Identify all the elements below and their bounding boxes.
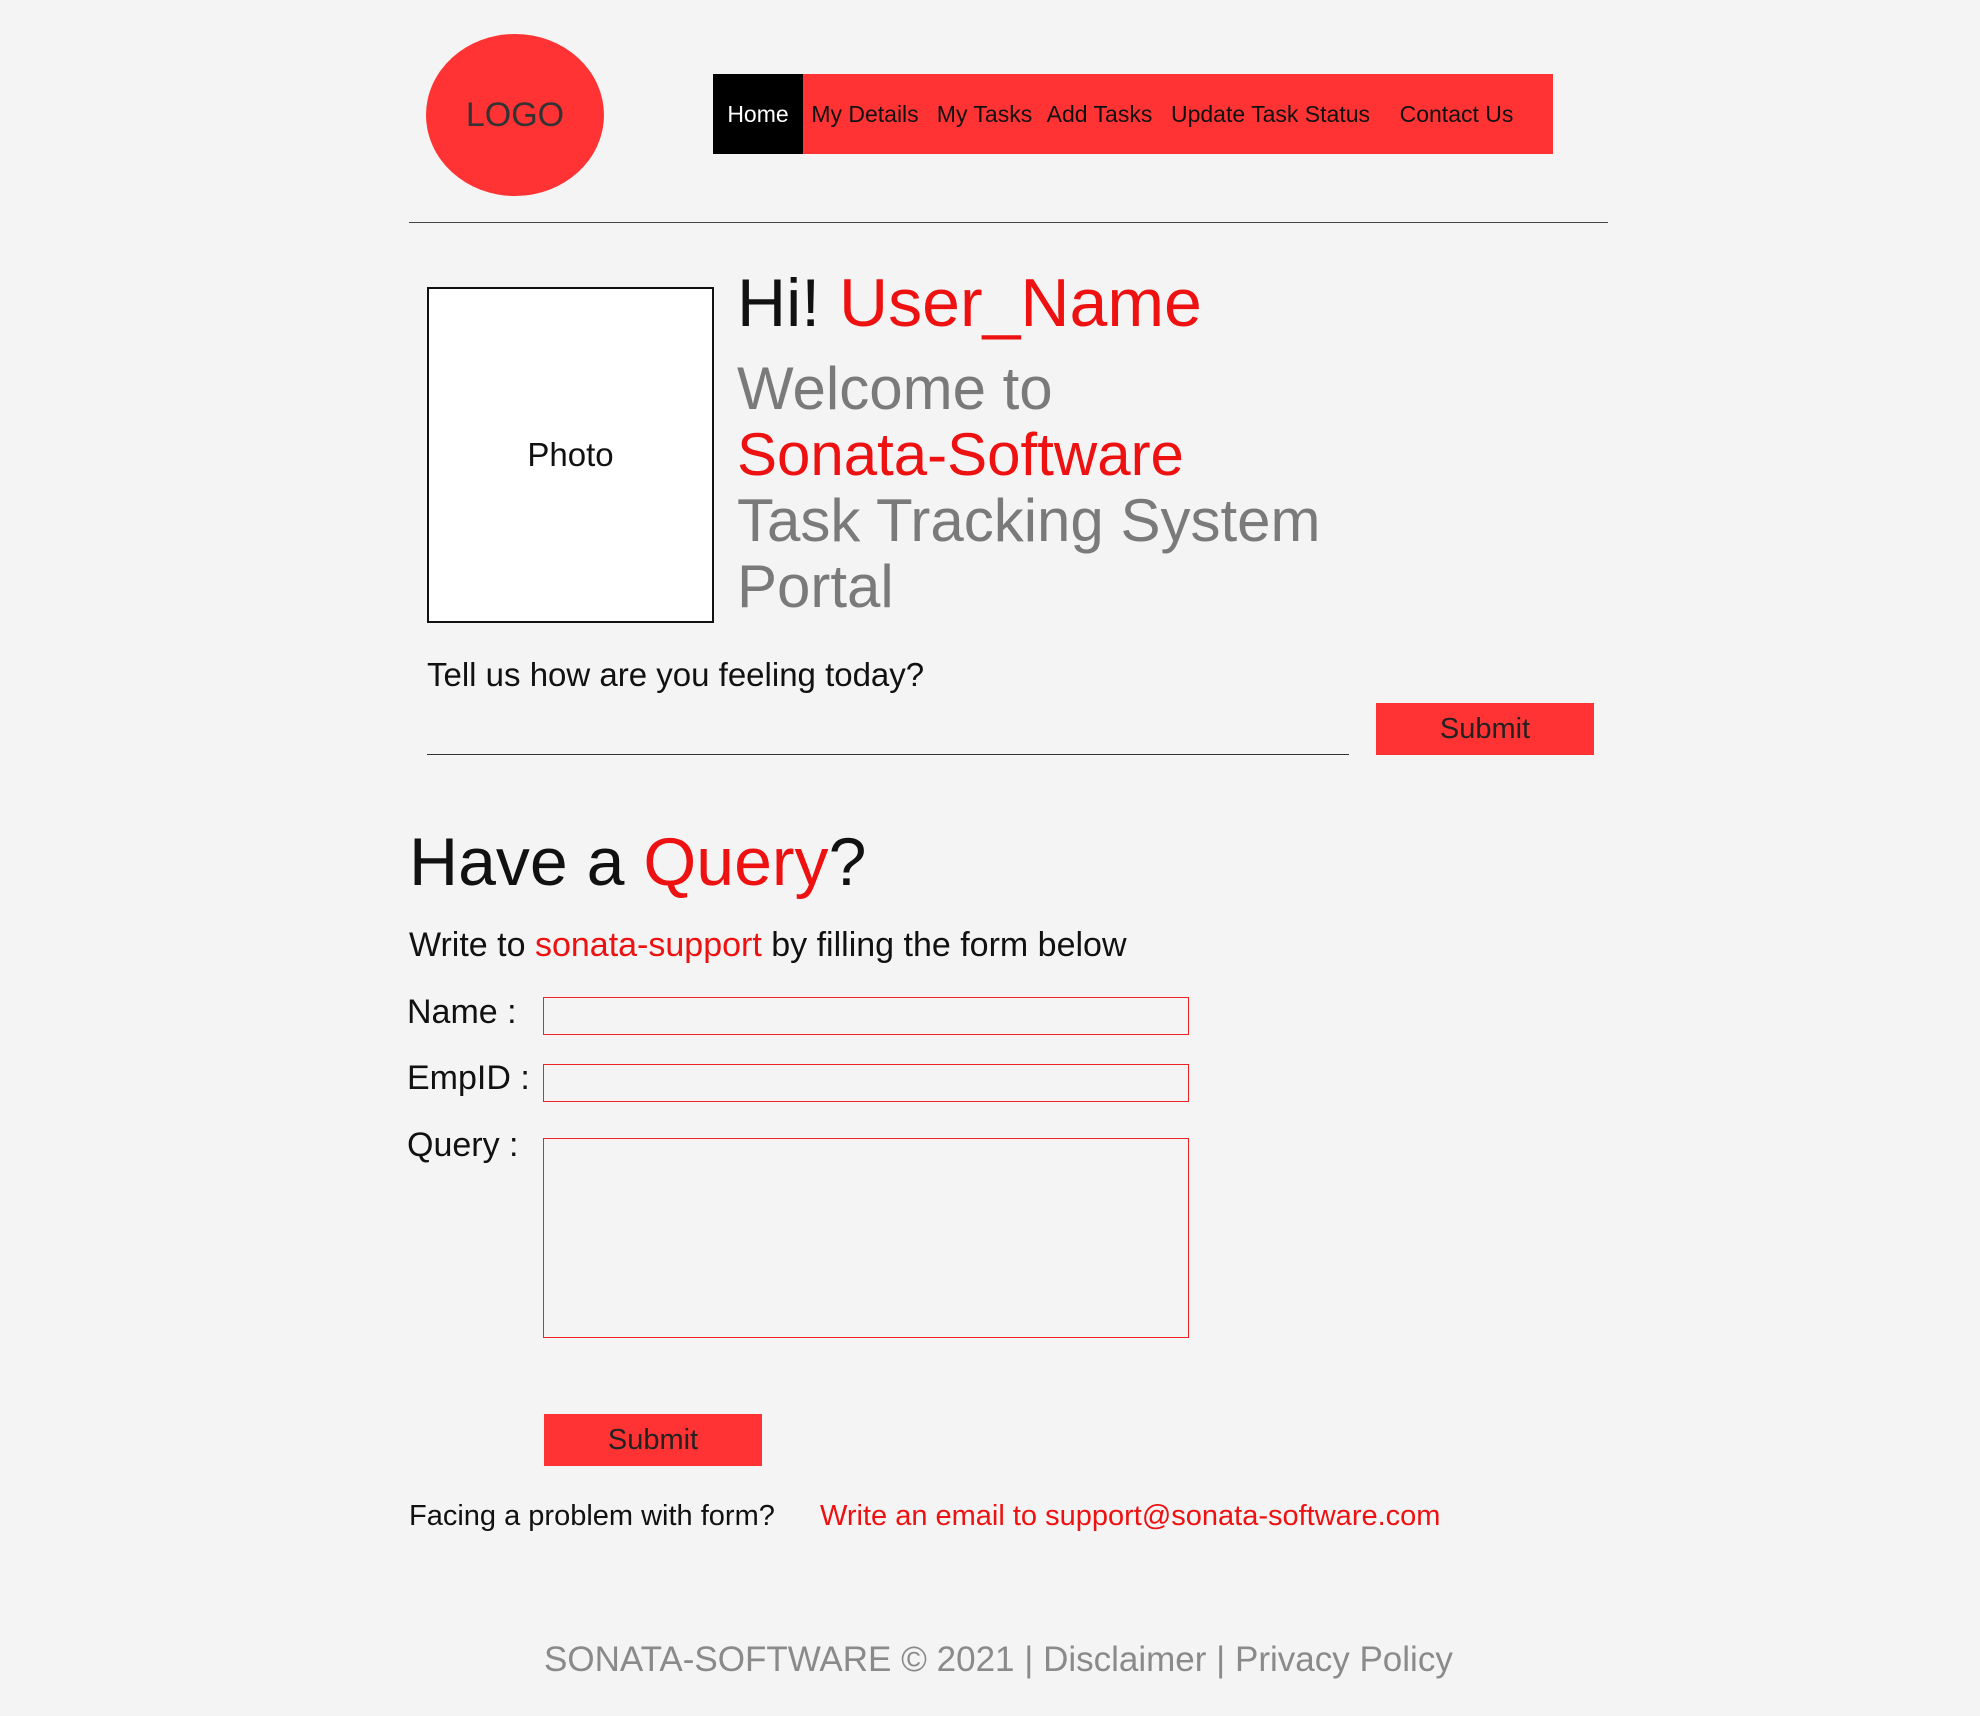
user-name: User_Name — [839, 265, 1202, 341]
footer: SONATA-SOFTWARE © 2021 | Disclaimer | Pr… — [544, 1640, 1453, 1680]
support-email-link[interactable]: Write an email to support@sonata-softwar… — [820, 1500, 1440, 1533]
feeling-submit-button[interactable]: Submit — [1376, 703, 1594, 755]
logo-text: LOGO — [465, 95, 565, 134]
header-divider — [409, 222, 1608, 223]
photo-label: Photo — [527, 436, 614, 473]
support-link[interactable]: sonata-support — [535, 926, 762, 964]
welcome-line-1: Welcome to — [737, 355, 1053, 422]
logo[interactable]: LOGO — [426, 34, 604, 196]
query-subtitle-prefix: Write to — [409, 926, 526, 964]
footer-copyright: SONATA-SOFTWARE © 2021 — [544, 1640, 1015, 1679]
form-problem-text: Facing a problem with form? — [409, 1500, 775, 1532]
welcome-message: Welcome to Sonata-Software Task Tracking… — [737, 356, 1321, 620]
greeting: Hi! User_Name — [737, 263, 1202, 343]
footer-privacy-link[interactable]: Privacy Policy — [1235, 1640, 1453, 1679]
query-title-highlight: Query — [643, 824, 829, 900]
welcome-line-3: Task Tracking System — [737, 487, 1321, 554]
nav-contact-us[interactable]: Contact Us — [1384, 74, 1529, 154]
footer-separator: | — [1216, 1640, 1226, 1679]
name-field[interactable] — [543, 997, 1189, 1035]
query-title-suffix: ? — [828, 824, 867, 900]
nav-home[interactable]: Home — [713, 74, 803, 154]
main-nav: Home My Details My Tasks Add Tasks Updat… — [713, 74, 1553, 154]
query-textarea[interactable] — [543, 1138, 1189, 1338]
greeting-text: Hi! — [737, 265, 821, 341]
nav-my-tasks[interactable]: My Tasks — [927, 74, 1042, 154]
nav-update-task-status[interactable]: Update Task Status — [1157, 74, 1384, 154]
query-subtitle: Write to sonata-support by filling the f… — [409, 926, 1127, 965]
user-photo: Photo — [427, 287, 714, 623]
query-title: Have a Query? — [409, 822, 866, 902]
query-title-prefix: Have a — [409, 824, 625, 900]
empid-field[interactable] — [543, 1064, 1189, 1102]
footer-disclaimer-link[interactable]: Disclaimer — [1043, 1640, 1206, 1679]
footer-separator: | — [1024, 1640, 1034, 1679]
nav-add-tasks[interactable]: Add Tasks — [1042, 74, 1157, 154]
name-label: Name : — [407, 993, 517, 1031]
nav-my-details[interactable]: My Details — [803, 74, 927, 154]
feeling-input[interactable] — [427, 700, 1349, 755]
company-name: Sonata-Software — [737, 421, 1184, 488]
welcome-line-4: Portal — [737, 553, 894, 620]
query-subtitle-suffix: by filling the form below — [771, 926, 1127, 964]
query-submit-button[interactable]: Submit — [544, 1414, 762, 1466]
feeling-label: Tell us how are you feeling today? — [427, 656, 925, 693]
empid-label: EmpID : — [407, 1059, 530, 1097]
query-label: Query : — [407, 1126, 519, 1164]
